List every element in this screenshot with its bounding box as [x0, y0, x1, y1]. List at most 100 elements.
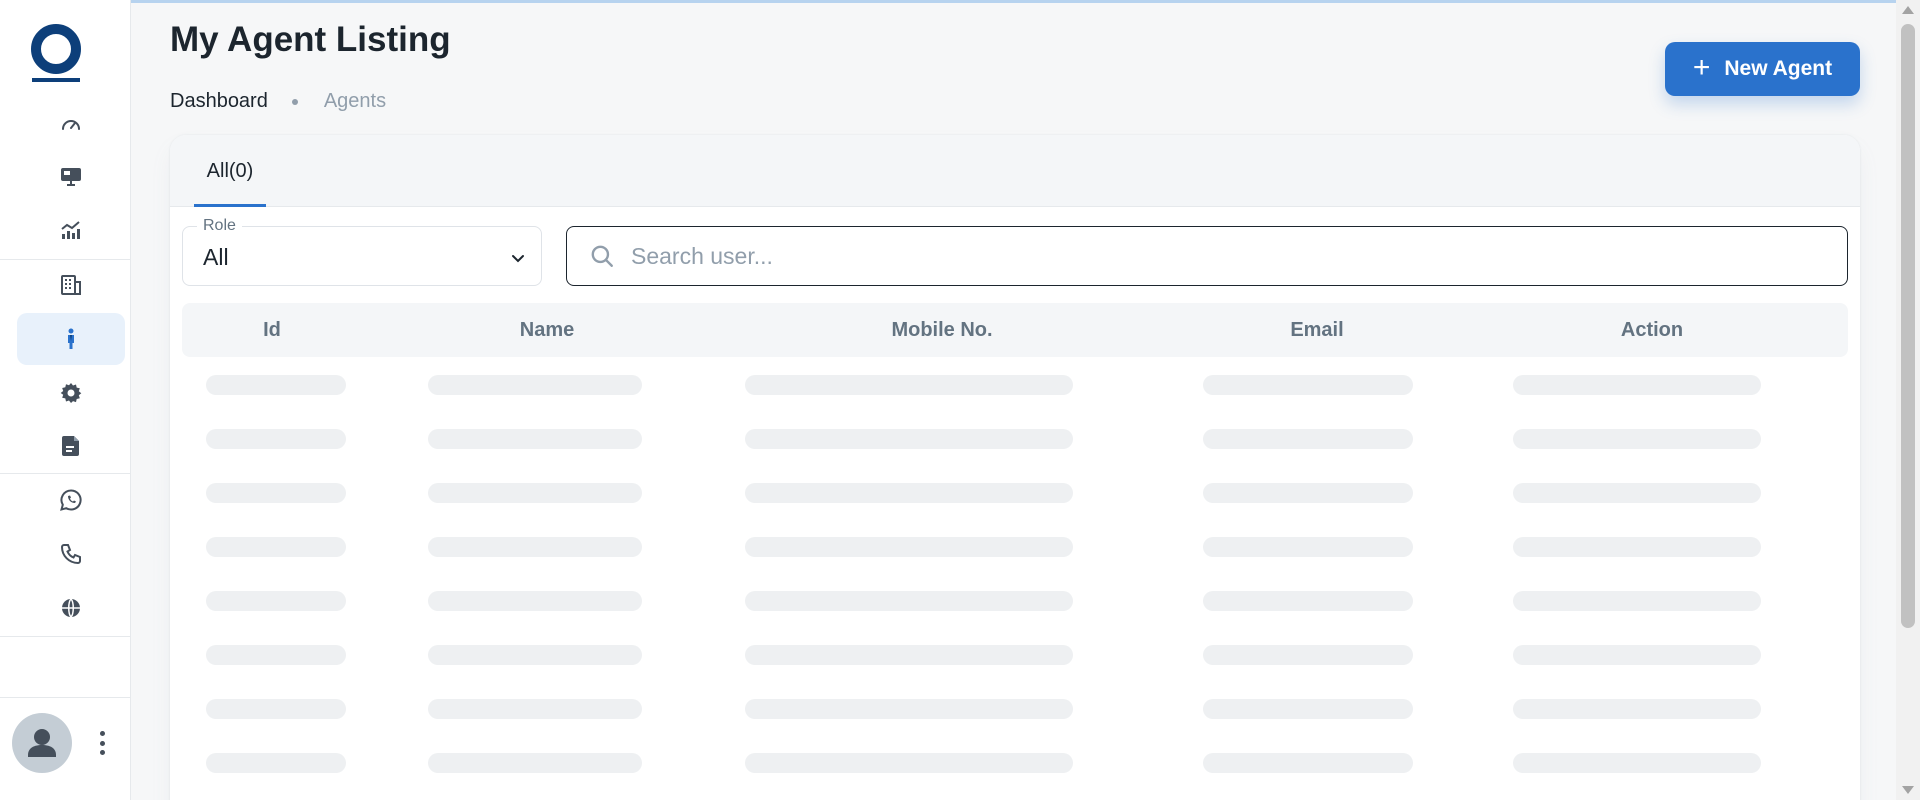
- breadcrumb-separator: [291, 98, 298, 105]
- skeleton-cell: [206, 645, 346, 665]
- skeleton-cell: [428, 483, 642, 503]
- skeleton-cell: [428, 753, 642, 773]
- sidebar-item-buildings[interactable]: [17, 259, 125, 311]
- skeleton-cell: [428, 537, 642, 557]
- sidebar: [0, 0, 131, 800]
- skeleton-cell: [206, 375, 346, 395]
- skeleton-cell: [745, 483, 1073, 503]
- skeleton-cell: [745, 699, 1073, 719]
- skeleton-cell: [1513, 375, 1761, 395]
- avatar-icon: [28, 729, 56, 757]
- phone-icon: [60, 544, 81, 565]
- skeleton-cell: [1513, 537, 1761, 557]
- page-scrollbar[interactable]: [1896, 0, 1920, 800]
- skeleton-cell: [428, 591, 642, 611]
- column-header-id[interactable]: Id: [222, 303, 322, 357]
- skeleton-row: [170, 699, 1860, 721]
- skeleton-cell: [1203, 537, 1413, 557]
- skeleton-cell: [1513, 645, 1761, 665]
- skeleton-cell: [428, 699, 642, 719]
- scroll-up-icon[interactable]: [1902, 6, 1914, 14]
- skeleton-row: [170, 645, 1860, 667]
- skeleton-row: [170, 591, 1860, 613]
- whatsapp-icon: [60, 489, 82, 511]
- skeleton-cell: [1203, 645, 1413, 665]
- kebab-menu-icon[interactable]: [94, 729, 110, 757]
- sidebar-item-web[interactable]: [17, 582, 125, 634]
- column-header-mobile[interactable]: Mobile No.: [862, 303, 1022, 357]
- skeleton-cell: [428, 645, 642, 665]
- sidebar-item-presentation[interactable]: [17, 150, 125, 202]
- skeleton-cell: [1203, 753, 1413, 773]
- skeleton-cell: [745, 537, 1073, 557]
- skeleton-cell: [745, 591, 1073, 611]
- page-title: My Agent Listing: [170, 20, 451, 59]
- sidebar-item-whatsapp[interactable]: [17, 474, 125, 526]
- search-box[interactable]: [566, 226, 1848, 286]
- sidebar-item-dashboard[interactable]: [17, 98, 125, 150]
- scroll-thumb[interactable]: [1901, 24, 1915, 628]
- skeleton-cell: [206, 753, 346, 773]
- nav-divider: [0, 697, 131, 698]
- nav-divider: [0, 636, 131, 637]
- search-icon: [591, 245, 613, 267]
- presentation-board-icon: [61, 168, 81, 186]
- sidebar-item-documents[interactable]: [17, 420, 125, 472]
- skeleton-cell: [1513, 591, 1761, 611]
- skeleton-cell: [1203, 429, 1413, 449]
- skeleton-cell: [745, 645, 1073, 665]
- speedometer-icon: [62, 120, 80, 130]
- role-value: All: [203, 244, 229, 270]
- skeleton-cell: [1513, 699, 1761, 719]
- skeleton-cell: [428, 375, 642, 395]
- column-header-name[interactable]: Name: [472, 303, 622, 357]
- skeleton-cell: [206, 699, 346, 719]
- avatar[interactable]: [12, 713, 72, 773]
- skeleton-row: [170, 483, 1860, 505]
- skeleton-cell: [1513, 753, 1761, 773]
- building-icon: [61, 275, 81, 295]
- skeleton-cell: [1513, 483, 1761, 503]
- table-header: Id Name Mobile No. Email Action: [182, 303, 1848, 357]
- globe-icon: [62, 598, 80, 618]
- skeleton-cell: [745, 375, 1073, 395]
- breadcrumb-dashboard[interactable]: Dashboard: [170, 90, 268, 113]
- skeleton-row: [170, 753, 1860, 775]
- skeleton-cell: [1203, 699, 1413, 719]
- breadcrumb: Dashboard Agents: [170, 90, 386, 113]
- column-header-action[interactable]: Action: [1582, 303, 1722, 357]
- tab-all[interactable]: All(0): [194, 135, 266, 207]
- search-input[interactable]: [631, 242, 1847, 270]
- new-agent-button[interactable]: + New Agent: [1665, 42, 1860, 96]
- skeleton-cell: [745, 753, 1073, 773]
- sidebar-item-settings[interactable]: [17, 367, 125, 419]
- sidebar-item-calls[interactable]: [17, 528, 125, 580]
- column-header-email[interactable]: Email: [1257, 303, 1377, 357]
- skeleton-cell: [1203, 375, 1413, 395]
- skeleton-cell: [206, 429, 346, 449]
- sidebar-item-analytics[interactable]: [17, 204, 125, 256]
- breadcrumb-agents: Agents: [323, 90, 387, 112]
- loading-bar: [131, 0, 1896, 3]
- scroll-down-icon[interactable]: [1902, 786, 1914, 794]
- skeleton-cell: [206, 537, 346, 557]
- new-agent-label: New Agent: [1724, 57, 1833, 80]
- skeleton-cell: [1203, 483, 1413, 503]
- role-select[interactable]: Role All: [182, 217, 542, 286]
- tab-indicator: [194, 204, 266, 207]
- chevron-down-icon: [512, 255, 524, 263]
- skeleton-cell: [206, 591, 346, 611]
- skeleton-row: [170, 375, 1860, 397]
- document-icon: [62, 436, 79, 456]
- skeleton-row: [170, 429, 1860, 451]
- sidebar-item-agents[interactable]: [17, 313, 125, 365]
- gear-icon: [60, 383, 82, 403]
- agent-list-card: All(0) Role All Id Name Mobile No. Email…: [170, 135, 1860, 800]
- brand-logo[interactable]: [31, 24, 81, 84]
- skeleton-cell: [1513, 429, 1761, 449]
- skeleton-cell: [206, 483, 346, 503]
- skeleton-row: [170, 537, 1860, 559]
- plus-icon: +: [1692, 50, 1711, 84]
- skeleton-cell: [1203, 591, 1413, 611]
- skeleton-cell: [428, 429, 642, 449]
